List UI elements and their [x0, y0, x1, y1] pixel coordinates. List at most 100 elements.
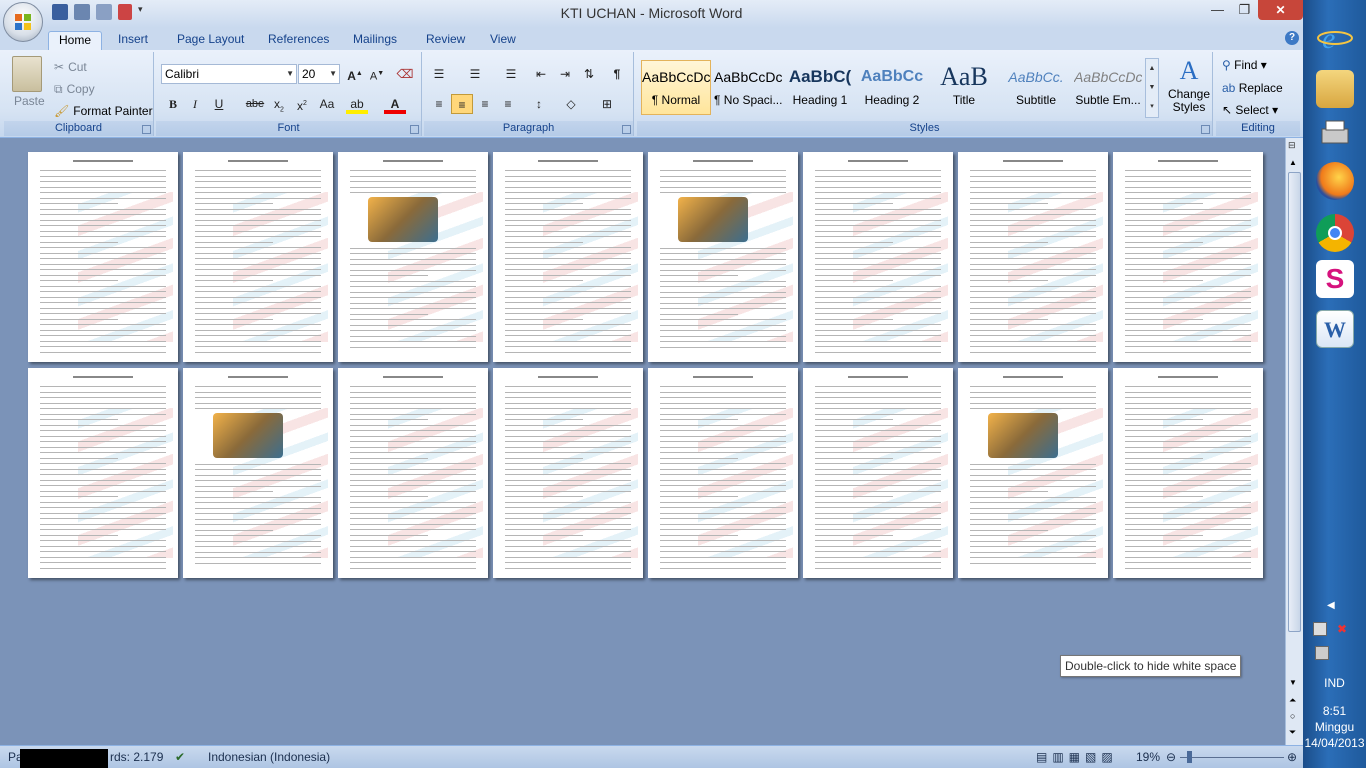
decrease-indent-icon[interactable]: ⇤: [530, 64, 552, 84]
page-thumbnail[interactable]: [803, 152, 953, 362]
zoom-slider-handle[interactable]: [1187, 751, 1192, 763]
page-thumbnail[interactable]: [803, 368, 953, 578]
page-thumbnail[interactable]: [338, 368, 488, 578]
office-button[interactable]: [3, 2, 43, 42]
printer-icon[interactable]: [1316, 115, 1354, 153]
page-thumbnail[interactable]: [493, 368, 643, 578]
page-thumbnail[interactable]: [648, 152, 798, 362]
style-normal[interactable]: AaBbCcDc ¶ Normal: [641, 60, 711, 115]
clock-time[interactable]: 8:51: [1303, 704, 1366, 718]
zoom-level[interactable]: 19%: [1136, 750, 1160, 764]
align-center-icon[interactable]: ≡: [451, 94, 473, 114]
paste-icon[interactable]: [12, 56, 42, 92]
line-spacing-icon[interactable]: ↕: [528, 94, 550, 114]
tab-review[interactable]: Review: [416, 31, 475, 47]
page-thumbnail[interactable]: [28, 368, 178, 578]
tab-page-layout[interactable]: Page Layout: [167, 31, 254, 47]
tab-mailings[interactable]: Mailings: [343, 31, 407, 47]
shading-icon[interactable]: ◇: [560, 94, 582, 114]
page-thumbnail[interactable]: [648, 368, 798, 578]
page-thumbnail[interactable]: [338, 152, 488, 362]
action-center-icon[interactable]: ✖: [1337, 622, 1347, 636]
document-area[interactable]: [0, 138, 1285, 745]
page-thumbnail[interactable]: [958, 152, 1108, 362]
italic-button[interactable]: I: [184, 94, 206, 114]
zoom-slider[interactable]: [1180, 757, 1284, 758]
replace-button[interactable]: ab Replace: [1222, 81, 1283, 95]
show-formatting-icon[interactable]: ¶: [606, 64, 628, 84]
firefox-icon[interactable]: [1316, 162, 1354, 200]
style-subtitle[interactable]: AaBbCc. Subtitle: [1001, 60, 1071, 115]
borders-icon[interactable]: ⊞: [596, 94, 618, 114]
zoom-out-icon[interactable]: ⊖: [1166, 750, 1176, 764]
select-button[interactable]: ↖ Select ▾: [1222, 103, 1278, 117]
page-thumbnail[interactable]: [183, 368, 333, 578]
cut-button[interactable]: ✂ Cut: [54, 60, 87, 74]
help-icon[interactable]: ?: [1285, 31, 1299, 45]
tab-references[interactable]: References: [258, 31, 339, 47]
numbering-icon[interactable]: ☰: [464, 64, 486, 84]
page-thumbnail[interactable]: [493, 152, 643, 362]
change-case-button[interactable]: Aa: [316, 94, 338, 114]
vertical-scrollbar[interactable]: ⊟ ▲ ▼ ⏶ ○ ⏷: [1285, 138, 1303, 745]
close-button[interactable]: ✕: [1258, 0, 1303, 20]
page-thumbnail[interactable]: [958, 368, 1108, 578]
clear-formatting-icon[interactable]: ⌫: [394, 64, 416, 84]
font-size-select[interactable]: 20 ▼: [298, 64, 340, 84]
copy-button[interactable]: ⧉ Copy: [54, 82, 95, 97]
font-launcher-icon[interactable]: [410, 125, 419, 134]
paste-button[interactable]: Paste: [14, 94, 45, 108]
bullets-icon[interactable]: ☰: [428, 64, 450, 84]
language-indicator[interactable]: Indonesian (Indonesia): [208, 750, 330, 764]
grow-font-button[interactable]: A▲: [344, 64, 366, 84]
subscript-button[interactable]: x2: [268, 94, 290, 114]
restore-button[interactable]: ❐: [1231, 0, 1258, 20]
word-count[interactable]: rds: 2.179: [110, 750, 163, 764]
strikethrough-button[interactable]: abe: [244, 94, 266, 114]
sort-icon[interactable]: ⇅: [578, 64, 600, 84]
highlight-button[interactable]: ab: [346, 94, 368, 114]
scroll-down-icon[interactable]: ▼: [1289, 678, 1297, 687]
style-no-spacing[interactable]: AaBbCcDc ¶ No Spaci...: [713, 60, 783, 115]
minimize-button[interactable]: —: [1204, 0, 1231, 20]
font-color-button[interactable]: A: [384, 94, 406, 114]
tab-home[interactable]: Home: [48, 31, 103, 51]
justify-icon[interactable]: ≡: [497, 94, 519, 114]
superscript-button[interactable]: x2: [291, 94, 313, 114]
show-hidden-icons-icon[interactable]: ◀: [1327, 600, 1335, 611]
view-ruler-icon[interactable]: ⊟: [1288, 140, 1296, 151]
proofing-icon[interactable]: ✔: [175, 750, 185, 764]
word-icon[interactable]: W: [1316, 310, 1354, 348]
multilevel-list-icon[interactable]: ☰: [500, 64, 522, 84]
page-thumbnail[interactable]: [28, 152, 178, 362]
tab-insert[interactable]: Insert: [108, 31, 158, 47]
increase-indent-icon[interactable]: ⇥: [554, 64, 576, 84]
find-button[interactable]: ⚲ Find ▾: [1222, 58, 1267, 72]
file-explorer-icon[interactable]: [1316, 70, 1354, 108]
clipboard-launcher-icon[interactable]: [142, 125, 151, 134]
clock-day[interactable]: Minggu: [1303, 720, 1366, 734]
underline-button[interactable]: U: [208, 94, 230, 114]
page-thumbnail[interactable]: [1113, 152, 1263, 362]
select-browse-object-icon[interactable]: ○: [1290, 711, 1295, 721]
internet-explorer-icon[interactable]: e: [1316, 18, 1354, 56]
power-icon[interactable]: [1315, 646, 1329, 660]
align-right-icon[interactable]: ≡: [474, 94, 496, 114]
paragraph-launcher-icon[interactable]: [622, 125, 631, 134]
font-family-select[interactable]: Calibri ▼: [161, 64, 297, 84]
page-thumbnail[interactable]: [1113, 368, 1263, 578]
bold-button[interactable]: B: [162, 94, 184, 114]
page-thumbnail[interactable]: [183, 152, 333, 362]
network-icon[interactable]: [1313, 622, 1327, 636]
app-icon[interactable]: S: [1316, 260, 1354, 298]
style-heading-2[interactable]: AaBbCc Heading 2: [857, 60, 927, 115]
input-language[interactable]: IND: [1303, 676, 1366, 690]
previous-page-icon[interactable]: ⏶: [1289, 695, 1296, 706]
zoom-in-icon[interactable]: ⊕: [1287, 750, 1297, 764]
scroll-up-icon[interactable]: ▲: [1289, 158, 1297, 167]
tab-view[interactable]: View: [480, 31, 526, 47]
align-left-icon[interactable]: ≡: [428, 94, 450, 114]
style-subtle-emphasis[interactable]: AaBbCcDc Subtle Em...: [1073, 60, 1143, 115]
clock-date[interactable]: 14/04/2013: [1303, 736, 1366, 750]
shrink-font-button[interactable]: A▼: [366, 64, 388, 84]
